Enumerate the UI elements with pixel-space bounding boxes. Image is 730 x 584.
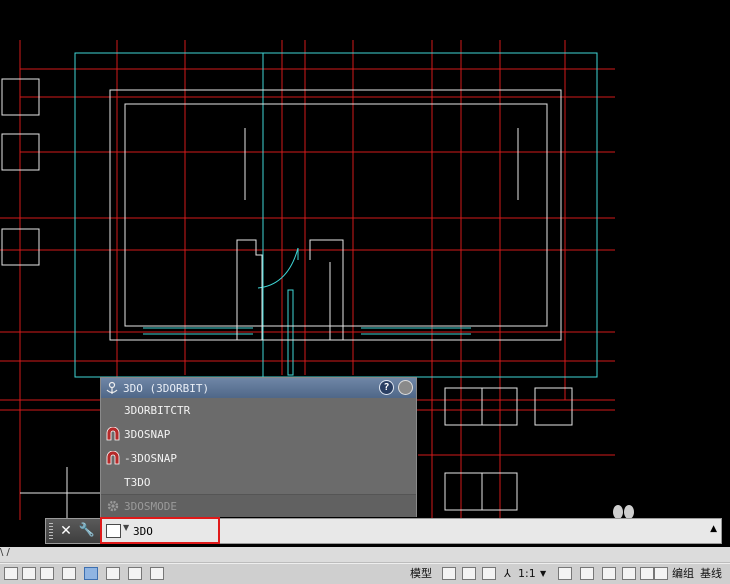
snap-icon[interactable] bbox=[4, 567, 18, 580]
status-toolbar: 模型 ⅄ 1:1 ▼ 编组 基线 bbox=[0, 563, 730, 584]
help-icon[interactable]: ? bbox=[379, 380, 394, 395]
lineweight-icon[interactable] bbox=[106, 567, 120, 580]
selection-cycling-icon[interactable] bbox=[150, 567, 164, 580]
blank-icon bbox=[104, 403, 122, 417]
status-bar: \ / 模型 ⅄ 1:1 ▼ 编组 基线 bbox=[0, 547, 730, 584]
annotation-visibility-icon[interactable] bbox=[558, 567, 572, 580]
workspace-icon[interactable] bbox=[602, 567, 616, 580]
autocomplete-item-label: 3DOSNAP bbox=[124, 427, 171, 441]
gear-icon bbox=[107, 500, 119, 512]
chevron-down-icon[interactable]: ▼ bbox=[540, 566, 546, 582]
layout-grid-icon[interactable] bbox=[442, 567, 456, 580]
lock-icon[interactable] bbox=[622, 567, 636, 580]
ortho-icon[interactable] bbox=[22, 567, 36, 580]
autocomplete-item-label: -3DOSNAP bbox=[124, 451, 177, 465]
quick-view-icon[interactable] bbox=[462, 567, 476, 580]
baseline-label[interactable]: 基线 bbox=[700, 566, 722, 582]
autocomplete-header-label: 3DO (3DORBIT) bbox=[123, 381, 210, 395]
autocomplete-item-3dosmode[interactable]: 3DOSMODE bbox=[101, 494, 416, 517]
magnet-icon bbox=[106, 427, 120, 441]
auto-scale-icon[interactable] bbox=[580, 567, 594, 580]
autocomplete-item-t3do[interactable]: T3DO bbox=[101, 470, 416, 494]
wrench-icon[interactable]: 🔧 bbox=[78, 522, 96, 540]
autocomplete-header[interactable]: 3DO (3DORBIT) ? bbox=[101, 378, 416, 398]
autocomplete-item-minus-3dosnap[interactable]: -3DOSNAP bbox=[101, 446, 416, 470]
magnet-icon bbox=[106, 451, 120, 465]
transparency-icon[interactable] bbox=[128, 567, 142, 580]
annotation-scale-icon[interactable]: ⅄ bbox=[504, 566, 511, 582]
autocomplete-item-3dorbitctr[interactable]: 3DORBITCTR bbox=[101, 398, 416, 422]
osnap-icon[interactable] bbox=[62, 567, 76, 580]
grid-icon[interactable] bbox=[84, 567, 98, 580]
model-space-label[interactable]: 模型 bbox=[410, 566, 432, 582]
command-line-controls: ✕ 🔧 bbox=[46, 519, 100, 543]
command-autocomplete-popup: 3DO (3DORBIT) ? 3DORBITCTR 3DOSNAP -3DOS… bbox=[100, 377, 417, 517]
blank-icon bbox=[104, 475, 122, 489]
orbit-icon bbox=[106, 381, 118, 394]
annotation-scale-label[interactable]: 1:1 bbox=[518, 566, 536, 582]
autocomplete-item-label: T3DO bbox=[124, 475, 151, 489]
layout-tab-strip: \ / bbox=[0, 547, 730, 563]
close-icon[interactable]: ✕ bbox=[58, 522, 74, 540]
polar-icon[interactable] bbox=[40, 567, 54, 580]
history-up-icon[interactable]: ▲ bbox=[710, 524, 717, 534]
autocomplete-item-label: 3DOSMODE bbox=[124, 499, 177, 513]
autocomplete-item-label: 3DORBITCTR bbox=[124, 403, 191, 417]
annotation-highlight-box bbox=[100, 517, 220, 544]
tab-divider: \ / bbox=[0, 547, 10, 558]
viewport-icon[interactable] bbox=[482, 567, 496, 580]
group-label[interactable]: 编组 bbox=[672, 566, 694, 582]
isolate-icon[interactable] bbox=[640, 567, 654, 580]
search-web-icon[interactable] bbox=[398, 380, 413, 395]
drag-handle-icon[interactable] bbox=[49, 523, 53, 539]
autocomplete-item-3dosnap[interactable]: 3DOSNAP bbox=[101, 422, 416, 446]
hardware-accel-icon[interactable] bbox=[654, 567, 668, 580]
